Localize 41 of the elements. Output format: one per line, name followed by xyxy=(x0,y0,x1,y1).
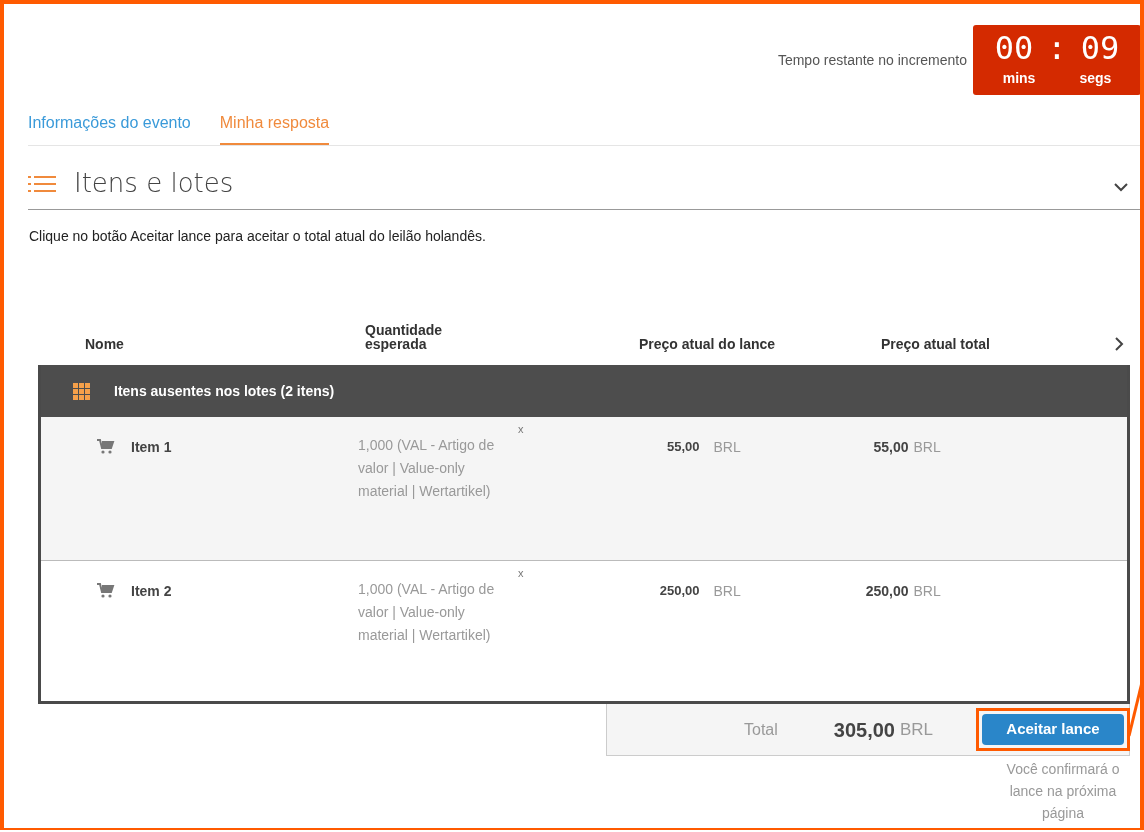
tab[interactable]: Minha resposta xyxy=(219,111,330,145)
section-title: Itens e lotes xyxy=(74,167,235,200)
quantity-cell-text: 1,000 (VAL - Artigo de valor | Value-only material | Wertartikel) xyxy=(358,436,496,501)
group-title: Itens ausentes nos lotes (2 itens) xyxy=(114,381,335,401)
total-currency: BRL xyxy=(899,718,934,741)
total-value: 305,00 xyxy=(833,717,895,743)
bid-price: 55,00 xyxy=(665,438,700,456)
quantity-cell-text: 1,000 (VAL - Artigo de valor | Value-only material | Wertartikel) xyxy=(358,580,496,645)
bid-price: 250,00 xyxy=(658,582,700,600)
list-icon xyxy=(28,174,56,193)
accept-bid-button[interactable]: Aceitar lance xyxy=(982,714,1124,745)
timer-separator: : xyxy=(1047,28,1067,68)
tab[interactable]: Informações do evento xyxy=(28,111,191,145)
timer-seconds: 09 xyxy=(1080,28,1120,68)
grid-icon xyxy=(73,382,90,400)
total-price: 55,00 xyxy=(872,438,909,457)
confirmation-note: Você confirmará o lance na próxima página xyxy=(1005,760,1121,823)
item-name: Item 1 xyxy=(131,438,173,457)
remove-mark: x xyxy=(518,566,524,581)
minutes-unit: mins xyxy=(1002,69,1036,88)
instruction-text: Clique no botão Aceitar lance para aceitar o total atual do leilão holandês. xyxy=(29,227,487,246)
timer-minutes: 00 xyxy=(994,28,1034,68)
cart-icon xyxy=(97,583,115,599)
item-name: Item 2 xyxy=(131,582,173,601)
total-price: 250,00 xyxy=(864,582,909,601)
timer-label: Tempo restante no incremento xyxy=(777,50,967,70)
collapse-toggle[interactable] xyxy=(1114,183,1128,192)
remove-mark: x xyxy=(518,422,524,437)
column-header: Quantidade esperada xyxy=(365,323,443,354)
total-label: Total xyxy=(744,719,778,740)
total-currency: BRL xyxy=(913,582,941,601)
seconds-unit: segs xyxy=(1079,69,1112,88)
bid-currency: BRL xyxy=(713,582,742,601)
column-header: Nome xyxy=(85,335,125,354)
column-header: Preço atual total xyxy=(881,335,991,354)
total-currency: BRL xyxy=(913,438,941,457)
bid-currency: BRL xyxy=(713,438,742,457)
chevron-icon xyxy=(1114,183,1128,192)
cart-icon xyxy=(97,439,115,455)
column-header: Preço atual do lance xyxy=(639,335,777,354)
chevron-right-icon xyxy=(1115,337,1124,351)
